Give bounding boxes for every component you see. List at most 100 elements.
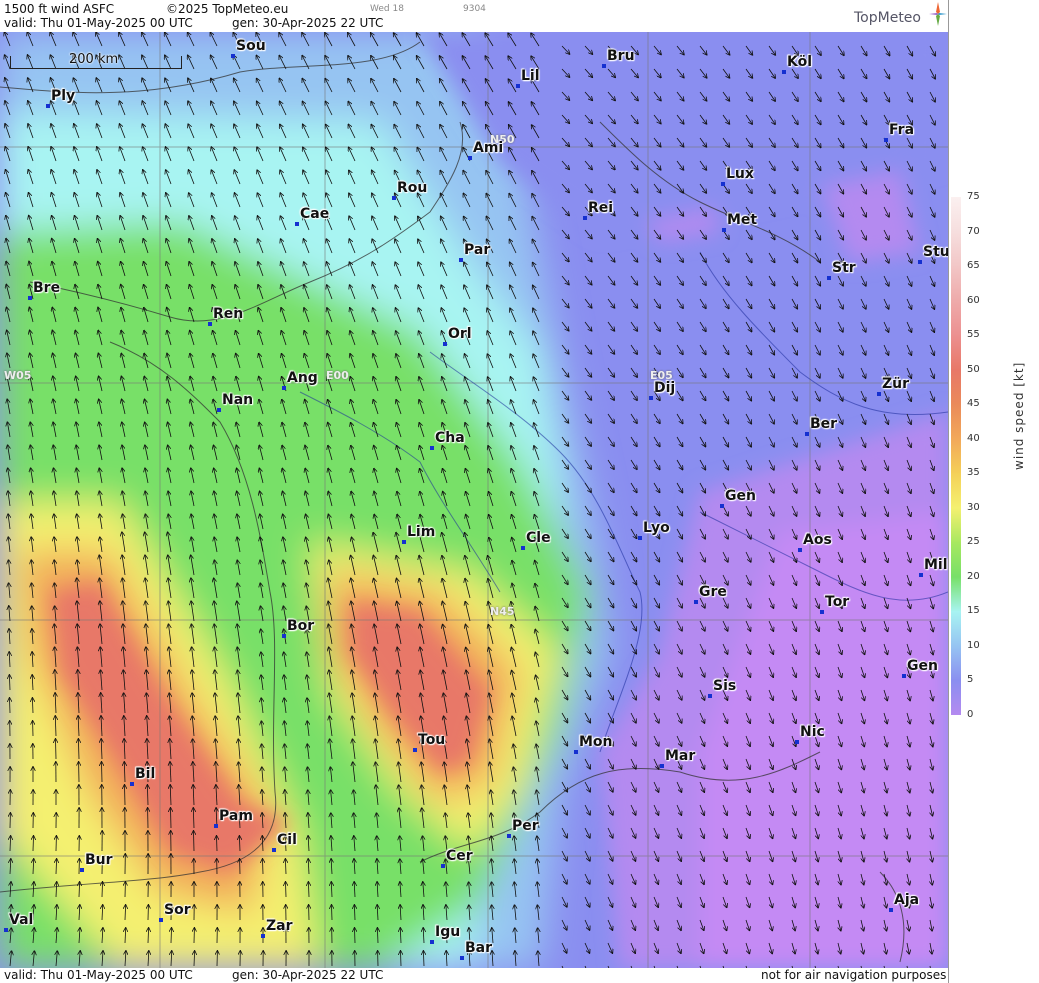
city-dot bbox=[468, 156, 472, 160]
wind-arrow bbox=[217, 836, 218, 852]
city-dot bbox=[889, 908, 893, 912]
city-label: Lil bbox=[521, 68, 540, 84]
city-dot bbox=[295, 222, 299, 226]
legend-tick-label: 50 bbox=[967, 363, 980, 375]
city-dot bbox=[402, 540, 406, 544]
city-dot bbox=[214, 824, 218, 828]
city-dot bbox=[272, 848, 276, 852]
wind-arrow bbox=[102, 882, 103, 898]
city-label: Ren bbox=[213, 306, 244, 322]
city-dot bbox=[80, 868, 84, 872]
grid-label-e00: E00 bbox=[326, 369, 349, 382]
legend-color-step bbox=[951, 266, 961, 302]
legend-tick-label: 35 bbox=[967, 467, 980, 479]
city-label: Par bbox=[464, 242, 491, 258]
legend-tick-label: 15 bbox=[967, 605, 980, 617]
legend-tick-label: 75 bbox=[967, 191, 980, 202]
city-dot bbox=[443, 342, 447, 346]
city-label: Nic bbox=[800, 724, 825, 740]
wind-arrow bbox=[125, 785, 126, 806]
city-label: Cer bbox=[446, 848, 473, 864]
code-label: 9304 bbox=[463, 4, 486, 14]
wind-map[interactable]: 200 km N50 N45 W05 E00 E05 Sou Lil Bru Köl P… bbox=[0, 32, 948, 968]
city-dot bbox=[430, 446, 434, 450]
city-dot bbox=[902, 674, 906, 678]
wind-arrow bbox=[401, 951, 402, 967]
wind-arrow bbox=[286, 882, 287, 898]
city-dot bbox=[231, 54, 235, 58]
city-label: Rou bbox=[397, 180, 428, 196]
legend-title: wind speed [kt] bbox=[1012, 361, 1026, 470]
city-label: Gre bbox=[699, 584, 727, 600]
city-label: Ply bbox=[51, 88, 76, 104]
city-dot bbox=[208, 322, 212, 326]
city-dot bbox=[827, 276, 831, 280]
city-label: Ber bbox=[810, 416, 838, 432]
city-dot bbox=[28, 296, 32, 300]
city-dot bbox=[721, 182, 725, 186]
city-dot bbox=[574, 750, 578, 754]
city-label: Aja bbox=[894, 892, 920, 908]
city-dot bbox=[521, 546, 525, 550]
city-label: Sis bbox=[713, 678, 737, 694]
legend-tick-label: 10 bbox=[967, 639, 980, 651]
city-label: Cle bbox=[526, 530, 551, 546]
city-dot bbox=[638, 536, 642, 540]
legend-tick-label: 60 bbox=[967, 294, 980, 306]
legend-tick-label: 70 bbox=[967, 225, 980, 237]
city-dot bbox=[507, 834, 511, 838]
city-dot bbox=[602, 64, 606, 68]
city-label: Zar bbox=[266, 918, 293, 934]
city-dot bbox=[694, 600, 698, 604]
legend-color-step bbox=[951, 404, 961, 440]
wind-arrow bbox=[56, 739, 57, 760]
city-label: Bor bbox=[287, 618, 315, 634]
wind-arrow bbox=[102, 762, 103, 783]
legend-color-step bbox=[951, 197, 961, 232]
city-label: Mon bbox=[579, 734, 613, 750]
city-dot bbox=[795, 740, 799, 744]
city-label: Nan bbox=[222, 392, 254, 408]
city-dot bbox=[217, 408, 221, 412]
city-dot bbox=[782, 70, 786, 74]
city-label: Pam bbox=[219, 808, 253, 824]
city-label: Mil bbox=[924, 557, 948, 573]
footer-gen: gen: 30-Apr-2025 22 UTC bbox=[232, 968, 384, 982]
city-dot bbox=[159, 918, 163, 922]
legend-color-step bbox=[951, 473, 961, 509]
city-label: Orl bbox=[448, 326, 472, 342]
city-label: Met bbox=[727, 212, 758, 228]
city-dot bbox=[282, 386, 286, 390]
city-label: Bil bbox=[135, 766, 156, 782]
legend-tick-label: 25 bbox=[967, 536, 980, 548]
wind-arrow bbox=[355, 928, 356, 944]
brand-logo: TopMeteo bbox=[854, 2, 947, 26]
legend-color-step bbox=[951, 335, 961, 371]
legend-color-step bbox=[951, 680, 961, 716]
city-dot bbox=[516, 84, 520, 88]
city-label: Bur bbox=[85, 852, 113, 868]
city-label: Bru bbox=[607, 48, 635, 64]
scale-label: 200 km bbox=[69, 52, 119, 67]
grid-label-n45: N45 bbox=[490, 605, 515, 618]
legend-color-step bbox=[951, 611, 961, 647]
city-label: Bar bbox=[465, 940, 493, 956]
legend-tick-label: 65 bbox=[967, 260, 980, 272]
wind-arrow bbox=[194, 831, 195, 852]
city-dot bbox=[884, 138, 888, 142]
city-dot bbox=[4, 928, 8, 932]
wind-arrow bbox=[10, 698, 11, 714]
wind-arrow bbox=[332, 905, 333, 921]
legend-tick-label: 30 bbox=[967, 501, 980, 513]
copyright: ©2025 TopMeteo.eu bbox=[166, 2, 289, 16]
city-dot bbox=[583, 216, 587, 220]
product-title: 1500 ft wind ASFC bbox=[4, 2, 115, 16]
legend-color-step bbox=[951, 507, 961, 543]
compass-star-icon bbox=[929, 2, 947, 26]
city-label: Bre bbox=[33, 280, 61, 296]
footer-valid: valid: Thu 01-May-2025 00 UTC bbox=[4, 968, 193, 982]
legend-color-step bbox=[951, 300, 961, 336]
legend-panel: 75 70 65 60 55 50 45 40 35 30 25 20 15 10 5 0 bbox=[948, 0, 1039, 983]
legend-tick-label: 45 bbox=[967, 398, 980, 410]
city-label: Gen bbox=[907, 658, 938, 674]
